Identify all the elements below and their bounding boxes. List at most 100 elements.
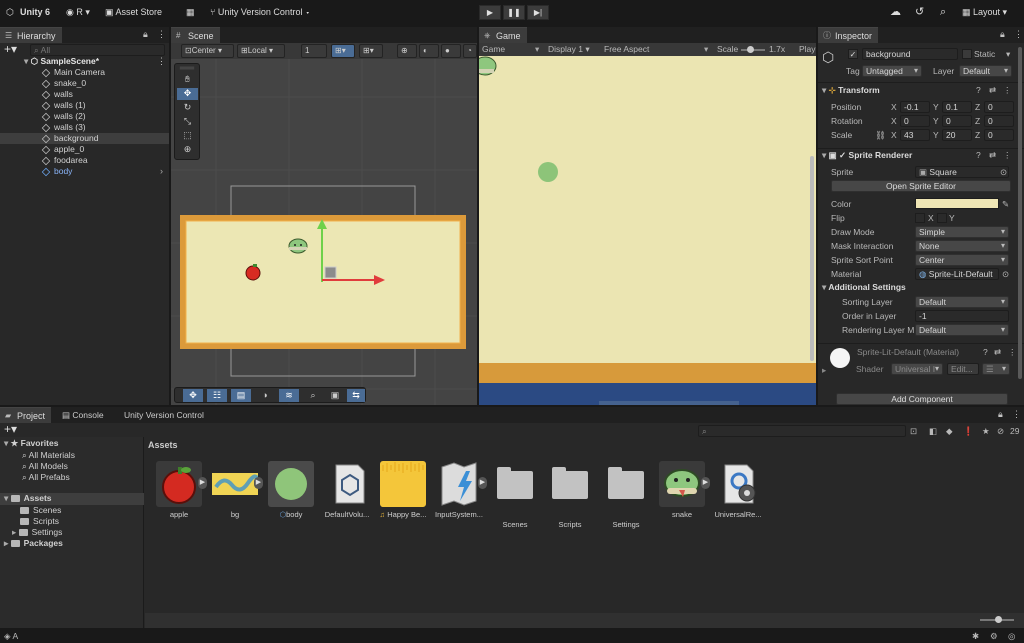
presets-icon[interactable]: ⇄ [989, 84, 996, 96]
tag-dropdown[interactable]: Untagged [862, 65, 922, 77]
component-menu-icon[interactable]: ⋮ [1003, 84, 1012, 96]
tab-console[interactable]: ▤ Console [62, 409, 104, 421]
asset-store-button[interactable]: ▣ Asset Store [105, 0, 162, 25]
hierarchy-item[interactable]: walls [41, 89, 73, 100]
search-history-icon[interactable]: ⊡ [910, 425, 917, 437]
scene-canvas[interactable] [171, 59, 477, 405]
cloud-icon[interactable]: ☁ [890, 0, 901, 25]
rect-tool-icon[interactable]: ⬚ [177, 130, 198, 142]
favorite-item[interactable]: ⌕ All Models [22, 461, 68, 472]
sprite-sort-point-dropdown[interactable]: Center [915, 254, 1009, 266]
shader-dropdown[interactable]: Universal I [891, 363, 943, 375]
scene-root[interactable]: ▾ ⬡ SampleScene* [24, 56, 99, 67]
rendering-layer-mask-dropdown[interactable]: Default [915, 324, 1009, 336]
search-icon[interactable]: ⌕ [940, 0, 946, 25]
hierarchy-search-input[interactable]: ⌕ All [30, 44, 165, 56]
draw-mode-dropdown[interactable]: Simple [915, 226, 1009, 238]
lock-icon[interactable]: 🔒︎ [998, 409, 1003, 420]
hierarchy-item[interactable]: body [41, 166, 72, 177]
tab-version-control[interactable]: Unity Version Control [124, 409, 204, 421]
hierarchy-item[interactable]: background [41, 133, 98, 144]
constrain-proportions-icon[interactable]: ⛓ [875, 129, 886, 141]
mask-interaction-dropdown[interactable]: None [915, 240, 1009, 252]
component-menu-icon[interactable]: ⋮ [1008, 346, 1017, 358]
sprite-renderer-header[interactable]: ▾ ▣ ✓ Sprite Renderer [822, 148, 912, 162]
scale-x-field[interactable]: 43 [900, 129, 930, 141]
tab-project[interactable]: ▰ Project [0, 407, 52, 423]
move-tool-icon[interactable]: ✥ [177, 88, 198, 100]
network-icon[interactable]: ⚙ [990, 630, 998, 642]
scale-tool-icon[interactable]: ⤡ [177, 116, 198, 128]
expand-snake-icon[interactable]: ▶ [701, 477, 710, 489]
additional-settings-foldout[interactable]: ▾ Additional Settings [822, 280, 906, 294]
create-button[interactable]: +▾ [4, 42, 17, 56]
game-mode-dropdown[interactable]: Game [482, 43, 505, 55]
flip-x-checkbox[interactable] [915, 213, 925, 223]
help-icon[interactable]: ? [983, 346, 988, 358]
version-control-menu[interactable]: ⑂ Unity Version Control ▾ [210, 0, 310, 25]
progress-icon[interactable]: ◎ [1008, 630, 1015, 642]
asset-happy-be[interactable]: ♫ Happy Be... [377, 461, 429, 519]
static-dropdown-icon[interactable]: ▾ [1006, 48, 1010, 60]
object-picker-icon[interactable]: ⊙ [1000, 166, 1007, 178]
move-gizmo-center[interactable] [324, 266, 337, 279]
asset-folder-item[interactable]: Scenes [20, 505, 61, 516]
hierarchy-item[interactable]: walls (2) [41, 111, 86, 122]
layout-menu[interactable]: ▦ Layout ▾ [962, 0, 1007, 25]
sprite-object-field[interactable]: ▣ Square [915, 166, 1009, 178]
layer-dropdown[interactable]: Default [959, 65, 1012, 77]
material-object-field[interactable]: ◍ Sprite-Lit-Default [915, 268, 999, 280]
scale-y-field[interactable]: 20 [942, 129, 972, 141]
hierarchy-item[interactable]: apple_0 [41, 144, 84, 155]
favorite-item[interactable]: ⌕ All Materials [22, 450, 75, 461]
grid-size-input[interactable]: 1 [301, 44, 327, 58]
sprite-renderer-enabled-checkbox[interactable]: ✓ [839, 150, 846, 160]
sorting-layer-dropdown[interactable]: Default [915, 296, 1009, 308]
project-search-input[interactable]: ⌕ [698, 425, 906, 437]
tilemap-move-icon[interactable]: ✥ [183, 389, 203, 402]
rotate-tool-icon[interactable]: ↻ [177, 102, 198, 114]
open-sprite-editor-button[interactable]: Open Sprite Editor [831, 180, 1011, 192]
object-name-field[interactable]: background [862, 48, 958, 60]
grid-snap-icon[interactable]: ⊞▾ [331, 44, 355, 58]
space-dropdown[interactable]: ⊞Local ▾ [237, 44, 285, 58]
bug-icon[interactable]: ✱ [972, 630, 979, 642]
hierarchy-item[interactable]: walls (3) [41, 122, 86, 133]
asset-snake[interactable]: snake [656, 461, 708, 519]
presets-icon[interactable]: ⇄ [994, 346, 1001, 358]
component-menu-icon[interactable]: ⋮ [1003, 149, 1012, 161]
help-icon[interactable]: ? [976, 84, 981, 96]
transform-tool-icon[interactable]: ⊕ [177, 144, 198, 156]
game-scrollbar[interactable] [810, 156, 814, 361]
packages-folder[interactable]: ▸ Packages [4, 538, 63, 549]
lighting-icon[interactable]: ◐ [419, 44, 439, 58]
material-foldout-arrow[interactable]: ▸ [822, 364, 826, 376]
rotation-z-field[interactable]: 0 [984, 115, 1014, 127]
asset-bg[interactable]: bg [209, 461, 261, 519]
game-viewport[interactable] [479, 56, 816, 405]
favorites-foldout[interactable]: ▾ ★ Favorites [4, 438, 58, 449]
aspect-dropdown[interactable]: Free Aspect [604, 43, 649, 55]
sprite-icon[interactable]: ▤ [231, 389, 251, 402]
snake-sprite[interactable] [288, 238, 308, 254]
lock-icon[interactable]: 🔒︎ [143, 29, 148, 40]
assets-breadcrumb[interactable]: Assets [148, 440, 178, 450]
shader-edit-button[interactable]: Edit... [947, 363, 979, 375]
grid-settings-icon[interactable]: ☷ [207, 389, 227, 402]
account-menu[interactable]: ◉ R ▾ [66, 0, 90, 25]
create-asset-button[interactable]: +▾ [4, 422, 17, 436]
position-x-field[interactable]: -0.1 [900, 101, 930, 113]
warning-icon[interactable]: ❗ [963, 425, 974, 437]
scene-menu-icon[interactable]: ⋮ [157, 56, 166, 67]
assets-folder[interactable]: ▾ Assets [4, 493, 52, 504]
hierarchy-item[interactable]: walls (1) [41, 100, 86, 111]
scale-slider[interactable] [741, 46, 765, 53]
display-dropdown[interactable]: Display 1 ▾ [548, 43, 590, 55]
hidden-packages-icon[interactable]: ⊘ [997, 425, 1004, 437]
step-button[interactable]: ▶| [527, 5, 549, 20]
filter-label-icon[interactable]: ◆ [946, 425, 953, 437]
shading-icon[interactable]: ● [441, 44, 461, 58]
asset-folder-item[interactable]: ▸ Settings [12, 527, 62, 538]
lock-icon[interactable]: 🔒︎ [1000, 29, 1005, 40]
asset-folder-scenes[interactable]: Scenes [489, 461, 541, 529]
